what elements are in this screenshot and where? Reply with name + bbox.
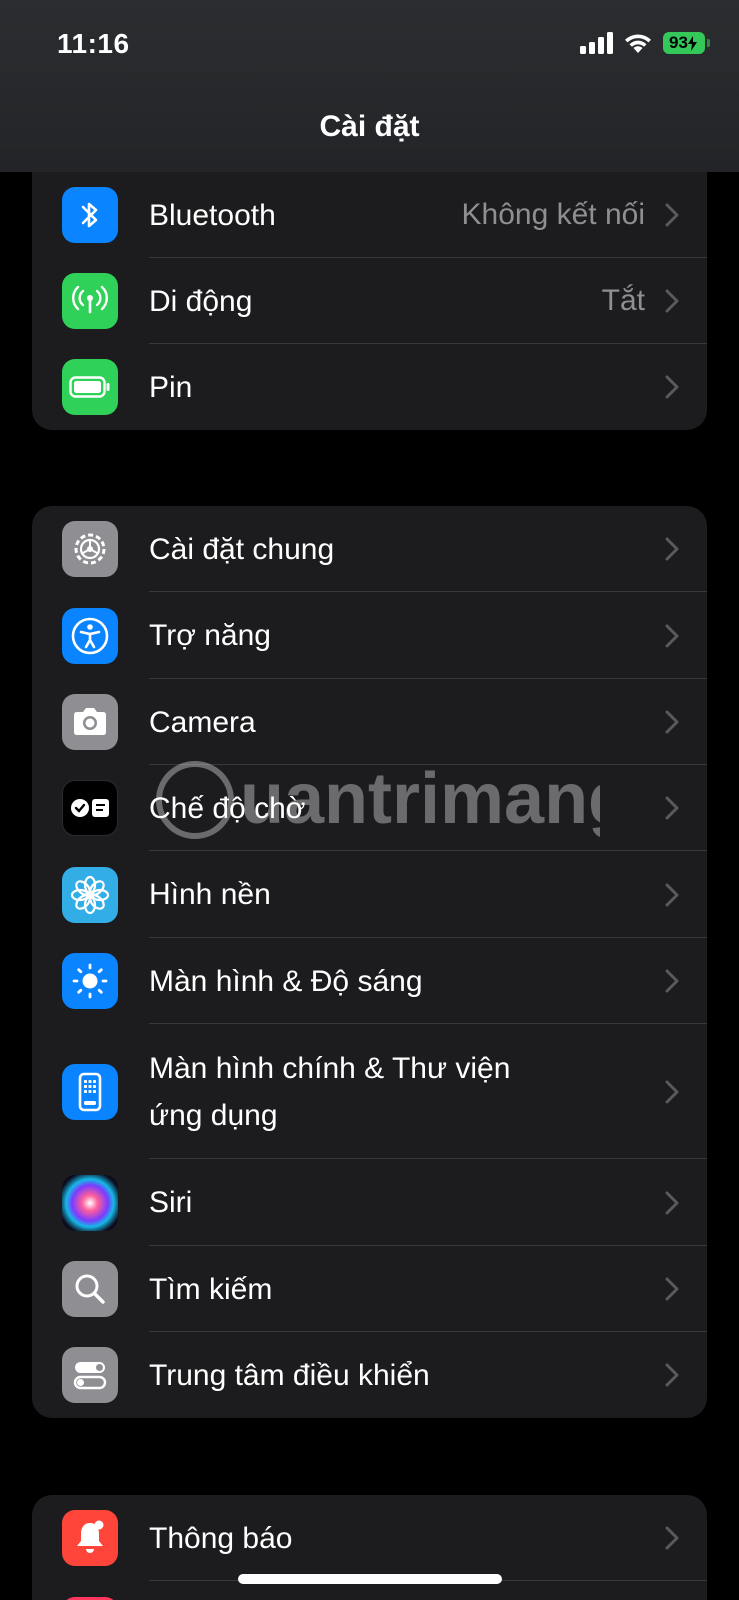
row-label: Màn hình chính & Thư viện ứng dụng [149,1051,511,1132]
row-search[interactable]: Tìm kiếm [32,1246,707,1332]
status-bar: 11:16 93 [0,0,739,90]
chevron-right-icon [665,1363,679,1387]
camera-icon [62,694,118,750]
row-bluetooth[interactable]: Bluetooth Không kết nối [32,172,707,258]
row-siri[interactable]: Siri [32,1159,707,1246]
row-label: Chế độ chờ [149,791,306,825]
chevron-right-icon [665,710,679,734]
row-label: Màn hình & Độ sáng [149,964,423,998]
row-label: Tìm kiếm [149,1272,273,1306]
row-label: Cài đặt chung [149,532,335,566]
home-indicator[interactable] [238,1574,502,1584]
wifi-icon [625,34,651,53]
row-value: Tắt [601,284,645,317]
row-label: Bluetooth [149,198,276,232]
row-label: Hình nền [149,878,271,911]
search-icon [62,1261,118,1317]
chevron-right-icon [665,1080,679,1103]
battery-level: 93 [669,33,688,52]
row-standby[interactable]: Chế độ chờ [32,765,707,851]
brightness-icon [62,953,118,1009]
gear-icon [62,521,118,577]
wallpaper-flower-icon [62,866,118,923]
standby-icon [62,780,118,836]
bluetooth-icon [62,187,118,243]
row-wallpaper[interactable]: Hình nền [32,851,707,938]
cellular-icon [62,273,118,329]
battery-indicator: 93 [663,32,710,54]
row-label: Camera [149,705,256,739]
row-label: Thông báo [149,1521,293,1555]
cellular-signal-icon [580,32,613,54]
row-notifications[interactable]: Thông báo [32,1495,707,1581]
home-screen-icon [62,1063,118,1120]
row-accessibility[interactable]: Trợ năng [32,592,707,679]
row-battery[interactable]: Pin [32,344,707,430]
chevron-right-icon [665,537,679,561]
chevron-right-icon [665,1526,679,1550]
bell-icon [62,1510,118,1566]
siri-icon [62,1174,118,1231]
page-title: Cài đặt [319,110,420,143]
chevron-right-icon [665,1191,679,1214]
row-value: Không kết nối [461,198,645,231]
row-camera[interactable]: Camera [32,679,707,765]
row-label: Siri [149,1186,193,1219]
chevron-right-icon [665,883,679,906]
chevron-right-icon [665,624,679,647]
row-home-screen[interactable]: Màn hình chính & Thư viện ứng dụng [32,1024,707,1159]
control-center-icon [62,1347,118,1403]
row-control-center[interactable]: Trung tâm điều khiển [32,1332,707,1418]
chevron-right-icon [665,969,679,993]
settings-group-general: Cài đặt chung Trợ năng Camera Chế độ chờ… [32,506,707,1418]
row-label: Trợ năng [149,619,271,652]
row-label: Pin [149,370,193,404]
chevron-right-icon [665,203,679,227]
chevron-right-icon [665,375,679,399]
chevron-right-icon [665,289,679,313]
status-time: 11:16 [57,28,130,59]
chevron-right-icon [665,796,679,820]
row-general[interactable]: Cài đặt chung [32,506,707,592]
row-display-brightness[interactable]: Màn hình & Độ sáng [32,938,707,1024]
battery-icon [62,359,118,415]
settings-group-notifications: Thông báo [32,1495,707,1600]
row-cellular[interactable]: Di động Tắt [32,258,707,344]
row-label: Trung tâm điều khiển [149,1358,430,1392]
settings-group-connectivity: Bluetooth Không kết nối Di động Tắt Pin [32,172,707,430]
accessibility-icon [62,607,118,664]
chevron-right-icon [665,1277,679,1301]
status-indicators: 93 [580,32,710,54]
row-label: Di động [149,284,253,318]
charging-bolt-icon [687,35,697,51]
